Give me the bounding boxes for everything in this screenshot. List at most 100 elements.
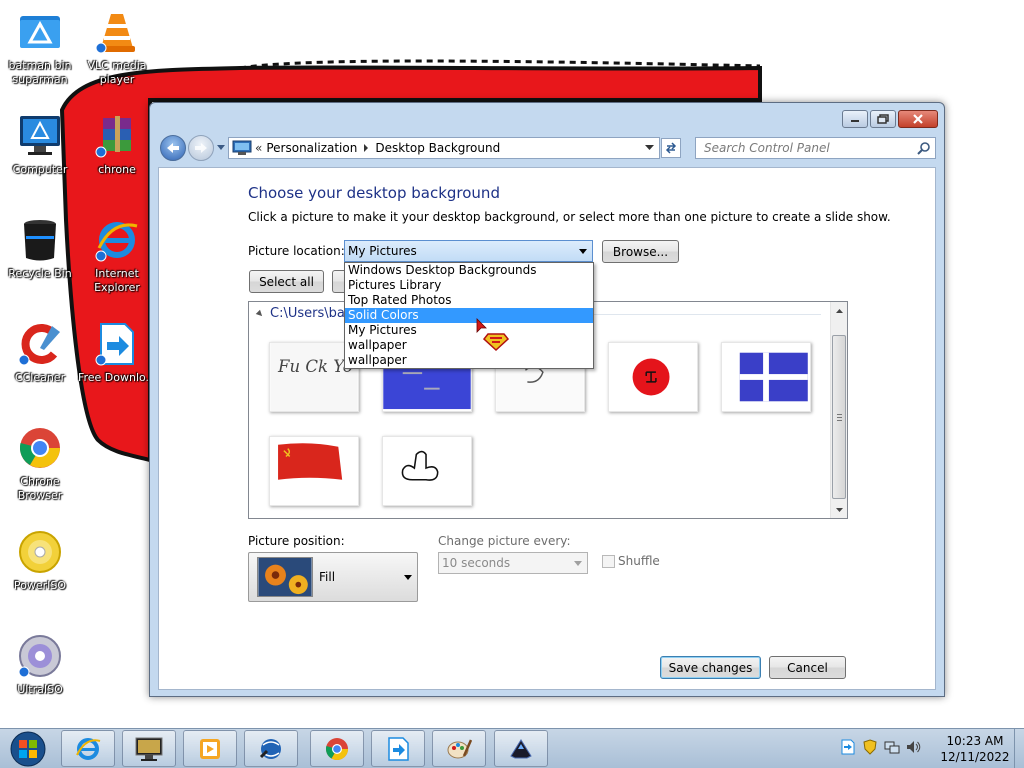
location-option-wallpaper-2[interactable]: wallpaper: [345, 353, 593, 368]
breadcrumb-personalization[interactable]: Personalization: [266, 141, 357, 155]
thumb-red-flag[interactable]: [269, 436, 359, 506]
clock-time: 10:23 AM: [946, 734, 1004, 748]
checkbox-box: [602, 554, 615, 568]
download-manager-tray-icon[interactable]: [840, 739, 856, 755]
desktop-icon-ccleaner[interactable]: CCleaner: [0, 320, 80, 385]
desktop-icon-vlc[interactable]: VLC media player: [77, 8, 157, 87]
page-description: Click a picture to make it your desktop …: [248, 210, 891, 224]
thumb-doodle[interactable]: [382, 436, 472, 506]
back-button[interactable]: [160, 135, 186, 161]
restore-icon: [877, 114, 889, 124]
maximize-button[interactable]: [870, 110, 896, 128]
globe-app-icon: [259, 738, 281, 759]
free-download-manager-icon: [388, 736, 409, 761]
location-option-my-pictures[interactable]: My Pictures: [345, 323, 593, 338]
content-pane: Choose your desktop background Click a p…: [158, 167, 936, 690]
doodle-image: [383, 437, 471, 505]
forward-button[interactable]: [188, 135, 214, 161]
location-option-solid-colors[interactable]: Solid Colors: [345, 308, 593, 323]
scrollbar-grip-icon: [837, 414, 842, 421]
cancel-button[interactable]: Cancel: [769, 656, 846, 679]
breadcrumb-separator-icon[interactable]: [364, 144, 369, 152]
desktop-icon-computer[interactable]: Computer: [0, 112, 80, 177]
taskbar-media-player[interactable]: [183, 730, 237, 767]
desktop-icon-chrone-browser[interactable]: Chrone Browser: [0, 424, 80, 503]
desktop-icon-label: UltraISO: [17, 683, 63, 696]
address-overflow-chevron[interactable]: «: [255, 141, 262, 155]
search-placeholder[interactable]: Search Control Panel: [704, 141, 830, 155]
folder-path: C:\Users\ba: [270, 306, 345, 321]
desktop-icon-free-download-manager[interactable]: Free Downlo...: [77, 320, 157, 385]
search-box[interactable]: Search Control Panel: [695, 137, 936, 159]
address-bar[interactable]: « Personalization Desktop Background: [228, 137, 681, 159]
desktop-icon-poweriso[interactable]: PowerISO: [0, 528, 80, 593]
caption-buttons: [842, 110, 938, 128]
desktop-icon-label: PowerISO: [13, 579, 67, 592]
location-option-top-rated-photos[interactable]: Top Rated Photos: [345, 293, 593, 308]
alienware-icon: [510, 738, 532, 758]
picture-location-select[interactable]: My Pictures: [344, 240, 593, 262]
taskbar-globe-app[interactable]: [244, 730, 298, 767]
windows-logo-icon: [10, 731, 46, 767]
clock[interactable]: 10:23 AM 12/11/2022: [940, 733, 1010, 765]
location-option-pictures-library[interactable]: Pictures Library: [345, 278, 593, 293]
browse-button[interactable]: Browse...: [602, 240, 679, 263]
picture-position-value: Fill: [319, 570, 336, 584]
refresh-button[interactable]: [661, 138, 681, 158]
media-player-icon: [200, 738, 220, 759]
address-dropdown-button[interactable]: [639, 138, 659, 158]
taskbar-chrome[interactable]: [310, 730, 364, 767]
collapse-triangle-icon[interactable]: [255, 309, 265, 318]
minimize-button[interactable]: [842, 110, 868, 128]
vertical-scrollbar[interactable]: [830, 302, 847, 518]
taskbar-internet-explorer[interactable]: [61, 730, 115, 767]
picture-location-label: Picture location:: [248, 244, 345, 258]
scroll-up-button[interactable]: [831, 302, 847, 319]
save-changes-button[interactable]: Save changes: [660, 656, 761, 679]
recent-pages-chevron-down-icon[interactable]: [216, 142, 226, 154]
desktop-icon-label: batman bin suparman: [8, 59, 72, 86]
change-picture-every-value: 10 seconds: [442, 556, 511, 570]
show-desktop-button[interactable]: [1014, 729, 1024, 768]
picture-position-select[interactable]: Fill: [248, 552, 418, 602]
taskbar-paint[interactable]: [432, 730, 486, 767]
scrollbar-thumb[interactable]: [832, 335, 846, 499]
chevron-down-icon: [579, 249, 587, 254]
volume-icon[interactable]: [906, 739, 922, 755]
security-shield-tray-icon[interactable]: [862, 739, 878, 755]
thumb-red-circle[interactable]: [608, 342, 698, 412]
chrome-icon: [325, 737, 348, 760]
start-button[interactable]: [6, 731, 50, 767]
navigation-bar: « Personalization Desktop Background Sea…: [158, 133, 936, 163]
taskbar-free-download-manager[interactable]: [371, 730, 425, 767]
desktop-icon-label: chrone: [98, 163, 136, 176]
chevron-down-icon: [644, 145, 654, 150]
poweriso-icon: [19, 531, 61, 573]
folder-icon: [20, 16, 60, 48]
shuffle-label: Shuffle: [618, 554, 660, 568]
desktop-icon-recycle-bin[interactable]: Recycle Bin: [0, 216, 80, 281]
superman-cursor-icon: [476, 318, 510, 352]
location-option-windows-desktop-backgrounds[interactable]: Windows Desktop Backgrounds: [345, 263, 593, 278]
scroll-down-button[interactable]: [831, 501, 847, 518]
desktop-icon-internet-explorer[interactable]: Internet Explorer: [77, 216, 157, 295]
desktop-icon-batman-bin-suparman[interactable]: batman bin suparman: [0, 8, 80, 87]
scroll-down-icon: [836, 507, 843, 512]
search-icon[interactable]: [917, 141, 931, 155]
change-picture-every-select: 10 seconds: [438, 552, 588, 574]
desktop-icon-ultraiso[interactable]: UltraISO: [0, 632, 80, 697]
taskbar-monitor-app[interactable]: [122, 730, 176, 767]
desktop-icon-chrone[interactable]: chrone: [77, 112, 157, 177]
close-button[interactable]: [898, 110, 938, 128]
thumb-blue-cross[interactable]: [721, 342, 811, 412]
select-all-button[interactable]: Select all: [249, 270, 324, 293]
chevron-down-icon: [404, 575, 412, 580]
folder-group-header[interactable]: C:\Users\ba: [255, 306, 345, 321]
clock-date: 12/11/2022: [940, 750, 1010, 764]
network-icon[interactable]: [884, 739, 900, 755]
desktop-icon-label: Computer: [12, 163, 68, 176]
location-option-wallpaper[interactable]: wallpaper: [345, 338, 593, 353]
taskbar-alienware[interactable]: [494, 730, 548, 767]
change-picture-every-label: Change picture every:: [438, 534, 571, 548]
breadcrumb-desktop-background[interactable]: Desktop Background: [375, 141, 500, 155]
